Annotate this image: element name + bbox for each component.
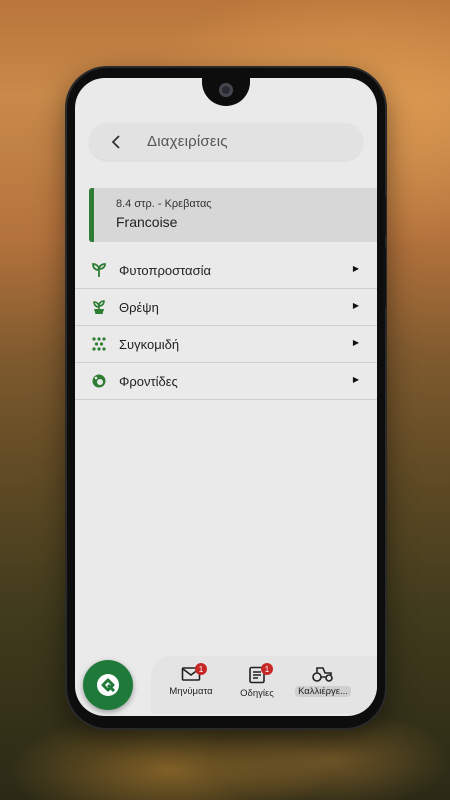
harvest-dots-icon [89, 334, 109, 354]
nav-bar: 1 Μηνύματα 1 Οδηγίες Καλλιέργε... [151, 656, 377, 714]
nav-label: Μηνύματα [169, 686, 213, 697]
chevron-right-icon: ▶ [352, 264, 359, 273]
menu-item-label: Φροντίδες [119, 373, 178, 389]
care-icon [89, 371, 109, 391]
tractor-icon [312, 667, 333, 682]
phone-frame: Διαχειρίσεις 8.4 στρ. - Κρεβατας Francoi… [67, 68, 386, 728]
chevron-right-icon: ▶ [352, 301, 359, 310]
camera-icon [219, 83, 233, 97]
page-title: Διαχειρίσεις [147, 133, 228, 150]
notch [202, 78, 250, 106]
potted-plant-icon [89, 297, 109, 317]
field-title: Francoise [116, 214, 178, 230]
volume-button [383, 196, 386, 236]
bottom-navigation: 1 Μηνύματα 1 Οδηγίες Καλλιέργε... [75, 652, 377, 716]
sprout-icon [89, 260, 109, 280]
header-bar: Διαχειρίσεις [89, 123, 363, 160]
nav-item-crops[interactable]: Καλλιέργε... [293, 666, 353, 697]
nav-label: Καλλιέργε... [295, 686, 351, 697]
menu-item-label: Συγκομιδή [119, 336, 180, 352]
field-subtitle: 8.4 στρ. - Κρεβατας [116, 198, 212, 210]
menu-item-plant-protection[interactable]: Φυτοπροστασία ▶ [75, 252, 377, 289]
logo-q-icon[interactable] [83, 660, 133, 710]
menu-item-care[interactable]: Φροντίδες ▶ [75, 363, 377, 400]
nav-label: Οδηγίες [240, 688, 274, 699]
app-screen: Διαχειρίσεις 8.4 στρ. - Κρεβατας Francoi… [75, 78, 377, 716]
chevron-right-icon: ▶ [352, 338, 359, 347]
badge-count: 1 [195, 663, 207, 675]
management-menu: Φυτοπροστασία ▶ Θρέψη ▶ Συγκομιδή ▶ Φρον… [75, 252, 377, 400]
menu-item-harvest[interactable]: Συγκομιδή ▶ [75, 326, 377, 363]
menu-item-label: Φυτοπροστασία [119, 262, 211, 278]
nav-item-instructions[interactable]: 1 Οδηγίες [227, 663, 287, 699]
menu-item-label: Θρέψη [119, 299, 159, 315]
chevron-right-icon: ▶ [352, 375, 359, 384]
selected-field-card[interactable]: 8.4 στρ. - Κρεβατας Francoise [89, 188, 377, 242]
menu-item-nutrition[interactable]: Θρέψη ▶ [75, 289, 377, 326]
power-button [383, 248, 386, 308]
chevron-left-icon[interactable] [101, 127, 131, 157]
badge-count: 1 [261, 663, 273, 675]
nav-item-messages[interactable]: 1 Μηνύματα [161, 663, 221, 697]
